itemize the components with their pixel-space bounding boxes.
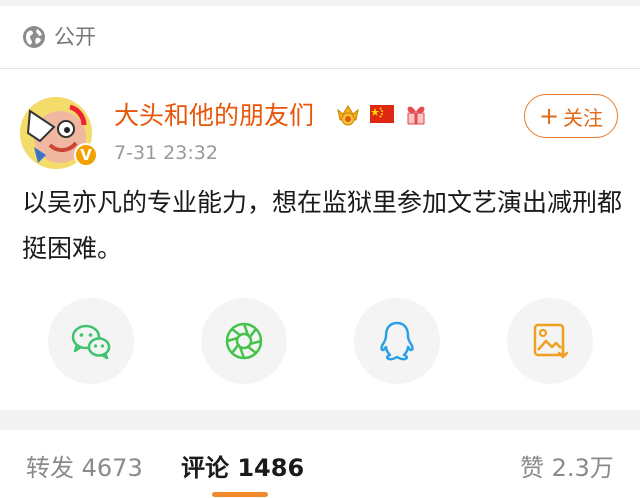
plus-icon: +: [538, 102, 560, 130]
follow-label: 关注: [563, 105, 604, 130]
author-name[interactable]: 大头和他的朋友们: [114, 98, 314, 134]
visibility-row[interactable]: 公开: [0, 6, 640, 66]
china-flag-icon[interactable]: [368, 100, 396, 128]
share-save-image-button[interactable]: [507, 298, 593, 384]
tab-repost[interactable]: 转发 4673: [26, 450, 143, 486]
visibility-label: 公开: [54, 25, 96, 49]
wechat-icon: [71, 324, 111, 360]
share-moments-button[interactable]: [201, 298, 287, 384]
active-tab-indicator: [212, 492, 268, 497]
share-row: [0, 298, 640, 384]
tab-likes[interactable]: 赞 2.3万: [520, 450, 614, 486]
gift-bow-icon[interactable]: [402, 100, 430, 128]
author-badges: [334, 100, 430, 128]
tab-repost-label: 转发: [26, 454, 74, 482]
post-timestamp: 7-31 23:32: [114, 142, 218, 164]
crown-medal-icon[interactable]: [334, 100, 362, 128]
verified-v-badge-icon: V: [74, 143, 98, 167]
globe-icon: [23, 26, 45, 48]
tab-repost-count: 4673: [81, 454, 143, 482]
share-wechat-button[interactable]: [48, 298, 134, 384]
tab-comments-count: 1486: [237, 454, 305, 482]
tab-comments-label: 评论: [181, 454, 229, 482]
tab-likes-label: 赞: [520, 454, 544, 482]
post-text: 以吴亦凡的专业能力，想在监狱里参加文艺演出减刑都挺困难。: [22, 188, 623, 263]
divider: [0, 68, 640, 69]
follow-button[interactable]: + 关注: [524, 94, 618, 138]
section-gap: [0, 410, 640, 430]
qq-icon: [380, 321, 414, 361]
share-qq-button[interactable]: [354, 298, 440, 384]
tab-likes-count: 2.3万: [551, 454, 614, 482]
moments-icon: [225, 322, 263, 360]
save-image-icon: [533, 323, 569, 359]
tab-comments[interactable]: 评论 1486: [181, 450, 304, 486]
